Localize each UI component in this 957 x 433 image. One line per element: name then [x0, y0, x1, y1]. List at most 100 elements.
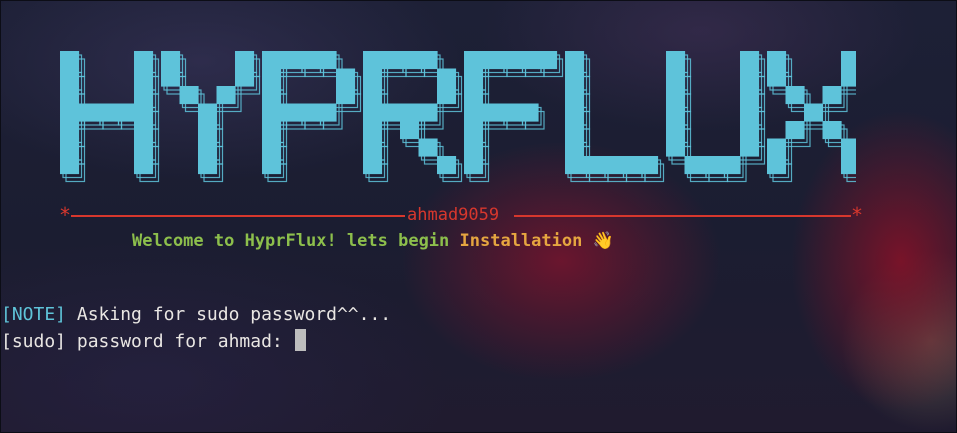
banner-fill-cell: [363, 86, 383, 105]
banner-fill-cell: [235, 68, 255, 87]
banner-fill-cell: [280, 103, 300, 122]
banner-fill-cell: [262, 103, 282, 122]
welcome-text: Welcome to HyprFlux! lets begin: [132, 231, 460, 251]
banner-fill-cell: [60, 51, 80, 70]
banner-fill-cell: [262, 156, 282, 175]
banner-fill-cell: [482, 51, 502, 70]
text-cursor[interactable]: [294, 329, 306, 351]
banner-fill-cell: [740, 86, 760, 105]
banner-fill-cell: [299, 51, 319, 70]
banner-fill-cell: [336, 86, 356, 105]
banner-fill-cell: [418, 138, 438, 157]
banner-fill-cell: [666, 86, 686, 105]
sudo-prompt-line[interactable]: [sudo] password for ahmad:: [1, 329, 306, 354]
banner-fill-cell: [740, 138, 760, 157]
banner-fill-cell: [97, 103, 117, 122]
banner-fill-cell: [740, 68, 760, 87]
divider-line-right: [514, 215, 851, 217]
banner-fill-cell: [565, 156, 585, 175]
banner-fill-cell: [464, 51, 484, 70]
banner-fill-cell: [804, 103, 824, 122]
banner-fill-cell: [280, 51, 300, 70]
banner-fill-cell: [785, 121, 805, 140]
banner-fill-cell: [437, 86, 457, 105]
banner-fill-cell: [179, 86, 199, 105]
banner-fill-cell: [464, 138, 484, 157]
divider-star-left: *: [59, 203, 72, 227]
divider-star-right: *: [851, 203, 864, 227]
banner-fill-cell: [464, 156, 484, 175]
banner-fill-cell: [363, 156, 383, 175]
banner-fill-cell: [60, 68, 80, 87]
banner-fill-cell: [666, 51, 686, 70]
banner-fill-cell: [666, 103, 686, 122]
banner-fill-cell: [841, 156, 856, 175]
banner-fill-cell: [565, 103, 585, 122]
banner-fill-cell: [115, 103, 135, 122]
banner-fill-cell: [262, 121, 282, 140]
banner-fill-cell: [363, 121, 383, 140]
banner-fill-cell: [464, 86, 484, 105]
banner-fill-cell: [639, 156, 659, 175]
banner-fill-cell: [317, 103, 337, 122]
author-name: ahmad9059: [407, 205, 500, 225]
banner-fill-cell: [464, 68, 484, 87]
banner-fill-cell: [363, 68, 383, 87]
banner-fill-cell: [198, 103, 218, 122]
banner-fill-cell: [363, 51, 383, 70]
banner-fill-cell: [822, 86, 842, 105]
divider-line-left: [71, 215, 405, 217]
banner-fill-cell: [565, 51, 585, 70]
banner-fill-cell: [363, 138, 383, 157]
banner-fill-cell: [767, 156, 787, 175]
banner-fill-cell: [134, 138, 154, 157]
banner-fill-cell: [841, 68, 856, 87]
banner-fill-cell: [740, 103, 760, 122]
banner-fill-cell: [565, 68, 585, 87]
banner-fill-cell: [198, 138, 218, 157]
banner-fill-cell: [400, 103, 420, 122]
banner-fill-cell: [60, 156, 80, 175]
banner-fill-cell: [78, 103, 98, 122]
banner-fill-cell: [501, 51, 521, 70]
note-tag: [NOTE]: [1, 304, 67, 325]
banner-fill-cell: [235, 51, 255, 70]
banner-letter-u: [666, 51, 766, 183]
banner-fill-cell: [841, 138, 856, 157]
banner-fill-cell: [482, 103, 502, 122]
banner-fill-cell: [400, 51, 420, 70]
sudo-prompt-text: [sudo] password for ahmad:: [1, 331, 294, 352]
terminal-window[interactable]: HYPRFLUX * ahmad9059 * Welcome to HyprFl…: [0, 0, 957, 433]
banner-fill-cell: [262, 86, 282, 105]
welcome-message: Welcome to HyprFlux! lets begin Installa…: [132, 229, 614, 253]
banner-fill-cell: [134, 86, 154, 105]
banner-fill-cell: [134, 156, 154, 175]
note-text: Asking for sudo password^^...: [66, 304, 392, 325]
banner-fill-cell: [565, 86, 585, 105]
banner-letter-y: [161, 51, 261, 183]
banner-fill-cell: [363, 103, 383, 122]
banner-fill-cell: [620, 156, 640, 175]
author-divider: * ahmad9059 *: [59, 203, 865, 227]
banner-fill-cell: [161, 68, 181, 87]
banner-letter-r: [363, 51, 463, 183]
banner-fill-cell: [767, 138, 787, 157]
banner-fill-cell: [703, 156, 723, 175]
banner-fill-cell: [785, 86, 805, 105]
banner-fill-cell: [666, 138, 686, 157]
hyprflux-ascii-banner: HYPRFLUX: [56, 41, 856, 211]
banner-fill-cell: [437, 156, 457, 175]
waving-hand-icon: 👋: [592, 231, 614, 251]
banner-fill-cell: [381, 103, 401, 122]
banner-fill-cell: [602, 156, 622, 175]
banner-letter-l: [565, 51, 665, 183]
banner-fill-cell: [740, 51, 760, 70]
banner-fill-cell: [299, 103, 319, 122]
banner-letter-p: [262, 51, 362, 183]
banner-fill-cell: [767, 68, 787, 87]
banner-fill-cell: [740, 121, 760, 140]
banner-fill-cell: [565, 138, 585, 157]
banner-fill-cell: [317, 51, 337, 70]
banner-fill-cell: [501, 103, 521, 122]
banner-letter-h: [60, 51, 160, 183]
